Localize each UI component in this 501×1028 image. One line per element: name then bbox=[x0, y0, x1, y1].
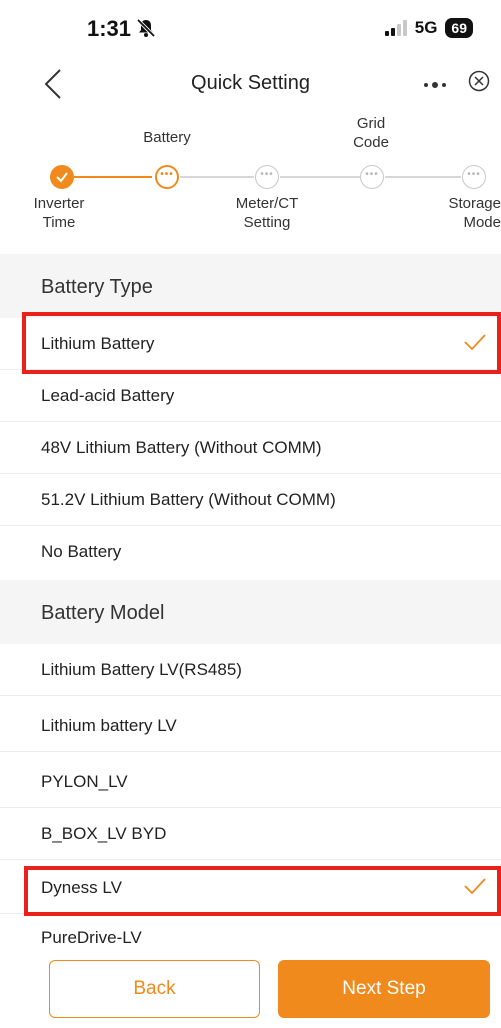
step-label-storage-mode: Storage Mode bbox=[448, 195, 501, 231]
step-grid-code-dots-icon: ••• bbox=[360, 165, 384, 189]
signal-icon bbox=[384, 20, 407, 36]
list-item-lead-acid-battery[interactable]: Lead-acid Battery bbox=[0, 370, 501, 422]
battery-icon: 69 bbox=[445, 18, 473, 38]
section-header-battery-type: Battery Type bbox=[0, 254, 501, 318]
nav-bar: Quick Setting bbox=[0, 60, 501, 108]
step-inverter-time-check-icon bbox=[50, 165, 74, 189]
check-icon bbox=[464, 878, 486, 895]
back-button[interactable]: Back bbox=[49, 960, 260, 1018]
step-label-battery: Battery bbox=[143, 129, 191, 146]
step-meter-dots-icon: ••• bbox=[255, 165, 279, 189]
list-item-51v-lithium-battery[interactable]: 51.2V Lithium Battery (Without COMM) bbox=[0, 474, 501, 526]
bell-slash-icon bbox=[136, 18, 156, 38]
list-item-puredrive-lv[interactable]: PureDrive-LV bbox=[0, 914, 501, 954]
list-item-lithium-battery-lv-rs485[interactable]: Lithium Battery LV(RS485) bbox=[0, 644, 501, 696]
next-step-button[interactable]: Next Step bbox=[278, 960, 490, 1018]
list-item-pylon-lv[interactable]: PYLON_LV bbox=[0, 756, 501, 808]
step-battery-dots-icon: ••• bbox=[155, 165, 179, 189]
section-header-battery-model: Battery Model bbox=[0, 580, 501, 644]
status-time: 1:31 bbox=[87, 16, 132, 41]
step-label-inverter-time: Inverter Time bbox=[33, 195, 85, 231]
list-item-48v-lithium-battery[interactable]: 48V Lithium Battery (Without COMM) bbox=[0, 422, 501, 474]
network-label: 5G bbox=[414, 18, 438, 37]
step-storage-mode-dots-icon: ••• bbox=[462, 165, 486, 189]
list-item-lithium-battery[interactable]: Lithium Battery bbox=[0, 318, 501, 370]
more-dots-icon[interactable] bbox=[420, 70, 450, 100]
step-label-meter-ct: Meter/CT Setting bbox=[235, 195, 299, 231]
footer-bar: Back Next Step bbox=[0, 950, 501, 1028]
step-label-grid-code: Grid Code bbox=[353, 115, 389, 151]
list-item-no-battery[interactable]: No Battery bbox=[0, 526, 501, 578]
close-circle-icon[interactable] bbox=[468, 70, 490, 92]
list-item-b-box-lv-byd[interactable]: B_BOX_LV BYD bbox=[0, 808, 501, 860]
list-item-lithium-battery-lv[interactable]: Lithium battery LV bbox=[0, 700, 501, 752]
list-item-dyness-lv[interactable]: Dyness LV bbox=[0, 862, 501, 914]
check-icon bbox=[464, 334, 486, 351]
progress-stepper: ••• ••• ••• ••• Inverter Time Battery Met… bbox=[0, 110, 501, 250]
status-bar: 1:31 5G 69 bbox=[0, 0, 501, 56]
